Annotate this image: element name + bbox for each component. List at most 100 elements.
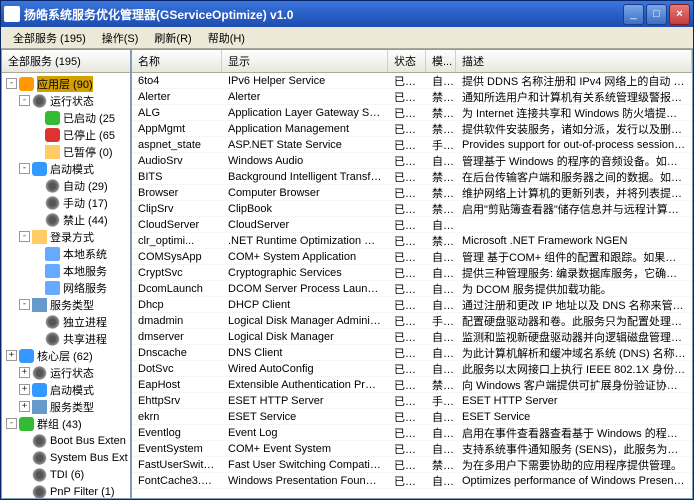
tree-node[interactable]: Boot Bus Exten xyxy=(4,432,128,449)
tree-node[interactable]: 自动 (29) xyxy=(4,177,128,194)
col-display-header[interactable]: 显示 xyxy=(222,50,388,72)
col-mode-header[interactable]: 模... xyxy=(426,50,456,72)
node-label: 禁止 (44) xyxy=(63,212,108,228)
collapse-icon[interactable]: - xyxy=(19,95,30,106)
cell-name: aspnet_state xyxy=(132,138,222,152)
close-button[interactable]: × xyxy=(669,4,690,25)
cell-name: dmserver xyxy=(132,330,222,344)
cell-name: Dhcp xyxy=(132,298,222,312)
cell-display: ASP.NET State Service xyxy=(222,138,388,152)
cell-name: ALG xyxy=(132,106,222,120)
menu-item-2[interactable]: 刷新(R) xyxy=(146,28,199,48)
cell-display: COM+ Event System xyxy=(222,442,388,456)
maximize-button[interactable]: □ xyxy=(646,4,667,25)
tree-node[interactable]: - 启动模式 xyxy=(4,160,128,177)
tree-node[interactable]: -运行状态 xyxy=(4,92,128,109)
node-label: 登录方式 xyxy=(50,229,94,245)
tree-node[interactable]: 已暂停 (0) xyxy=(4,143,128,160)
list-header: 名称 显示 状态 模... 描述 xyxy=(132,50,692,73)
collapse-icon[interactable]: - xyxy=(19,231,30,242)
collapse-icon[interactable]: - xyxy=(6,78,17,89)
content-area: 全部服务 (195) -应用层 (90)-运行状态已启动 (25已停止 (65已… xyxy=(1,49,693,499)
expand-icon[interactable]: + xyxy=(19,384,30,395)
window-title: 扬皓系统服务优化管理器(GServiceOptimize) v1.0 xyxy=(24,6,623,23)
tree-node[interactable]: 本地服务 xyxy=(4,262,128,279)
node-icon xyxy=(45,213,60,227)
tree: -应用层 (90)-运行状态已启动 (25已停止 (65已暂停 (0)-启动模式… xyxy=(2,73,130,499)
cell-name: BITS xyxy=(132,170,222,184)
expand-icon[interactable]: + xyxy=(6,350,17,361)
tree-node[interactable]: 本地系统 xyxy=(4,245,128,262)
cell-display: Logical Disk Manager xyxy=(222,330,388,344)
tree-node[interactable]: 已启动 (25 xyxy=(4,109,128,126)
cell-desc: 启用"剪贴簿查看器"储存信息并与远程计算机共享。如果此服务 xyxy=(456,200,692,218)
cell-display: ESET HTTP Server xyxy=(222,394,388,408)
cell-name: 6to4 xyxy=(132,74,222,88)
main-window: 扬皓系统服务优化管理器(GServiceOptimize) v1.0 _ □ ×… xyxy=(0,0,694,500)
menu-item-1[interactable]: 操作(S) xyxy=(94,28,147,48)
cell-display: Event Log xyxy=(222,426,388,440)
collapse-icon[interactable]: - xyxy=(19,299,30,310)
cell-name: CryptSvc xyxy=(132,266,222,280)
menu-item-3[interactable]: 帮助(H) xyxy=(200,28,253,48)
cell-display: DHCP Client xyxy=(222,298,388,312)
node-icon xyxy=(45,111,60,125)
cell-desc: Provides support for out-of-process sess… xyxy=(456,138,692,152)
tree-node[interactable]: + 核心层 (62) xyxy=(4,347,128,364)
collapse-icon[interactable]: - xyxy=(6,418,17,429)
cell-desc xyxy=(456,224,692,226)
tree-node[interactable]: 网络服务 xyxy=(4,279,128,296)
node-label: 服务类型 xyxy=(50,399,94,415)
tree-node[interactable]: TDI (6) xyxy=(4,466,128,483)
tree-node[interactable]: 已停止 (65 xyxy=(4,126,128,143)
cell-display: Windows Presentation Foundation F... xyxy=(222,474,388,488)
node-label: 群组 (43) xyxy=(37,416,82,432)
tree-node[interactable]: -服务类型 xyxy=(4,296,128,313)
tree-node[interactable]: - 登录方式 xyxy=(4,228,128,245)
node-label: 共享进程 xyxy=(63,331,107,347)
tree-node[interactable]: + 服务类型 xyxy=(4,398,128,415)
tree-node[interactable]: 独立进程 xyxy=(4,313,128,330)
node-icon xyxy=(32,366,47,380)
node-icon xyxy=(45,281,60,295)
expand-icon[interactable]: + xyxy=(19,401,30,412)
node-label: 已停止 (65 xyxy=(63,127,115,143)
node-label: 启动模式 xyxy=(50,161,94,177)
tree-header: 全部服务 (195) xyxy=(2,50,130,73)
tree-node[interactable]: - 应用层 (90) xyxy=(4,75,128,92)
menu-item-0[interactable]: 全部服务 (195) xyxy=(5,28,94,48)
node-label: 核心层 (62) xyxy=(37,348,93,364)
cell-display: Alerter xyxy=(222,90,388,104)
cell-display: IPv6 Helper Service xyxy=(222,74,388,88)
cell-name: CloudServer xyxy=(132,218,222,232)
tree-panel[interactable]: 全部服务 (195) -应用层 (90)-运行状态已启动 (25已停止 (65已… xyxy=(1,49,131,499)
menubar: 全部服务 (195)操作(S)刷新(R)帮助(H) xyxy=(1,27,693,49)
service-row[interactable]: FontCache3.0.0...Windows Presentation Fo… xyxy=(132,473,692,489)
cell-name: ClipSrv xyxy=(132,202,222,216)
tree-node[interactable]: 禁止 (44) xyxy=(4,211,128,228)
col-desc-header[interactable]: 描述 xyxy=(456,50,692,72)
expand-icon[interactable]: + xyxy=(19,367,30,378)
node-icon xyxy=(45,315,60,329)
node-label: TDI (6) xyxy=(50,469,84,481)
tree-node[interactable]: + 运行状态 xyxy=(4,364,128,381)
cell-display: DNS Client xyxy=(222,346,388,360)
cell-name: Dnscache xyxy=(132,346,222,360)
tree-node[interactable]: 手动 (17) xyxy=(4,194,128,211)
cell-display: Wired AutoConfig xyxy=(222,362,388,376)
col-name-header[interactable]: 名称 xyxy=(132,50,222,72)
collapse-icon[interactable]: - xyxy=(19,163,30,174)
tree-node[interactable]: PnP Filter (1) xyxy=(4,483,128,499)
cell-name: EventSystem xyxy=(132,442,222,456)
cell-desc: Optimizes performance of Windows Present… xyxy=(456,474,692,488)
node-label: 应用层 (90) xyxy=(37,76,93,92)
tree-node[interactable]: - 群组 (43) xyxy=(4,415,128,432)
tree-node[interactable]: System Bus Ext xyxy=(4,449,128,466)
cell-name: EapHost xyxy=(132,378,222,392)
list-body[interactable]: 6to4IPv6 Helper Service已启动自动提供 DDNS 名称注册… xyxy=(132,73,692,498)
col-status-header[interactable]: 状态 xyxy=(388,50,426,72)
minimize-button[interactable]: _ xyxy=(623,4,644,25)
tree-node[interactable]: +启动模式 xyxy=(4,381,128,398)
node-label: 运行状态 xyxy=(50,365,94,381)
tree-node[interactable]: 共享进程 xyxy=(4,330,128,347)
